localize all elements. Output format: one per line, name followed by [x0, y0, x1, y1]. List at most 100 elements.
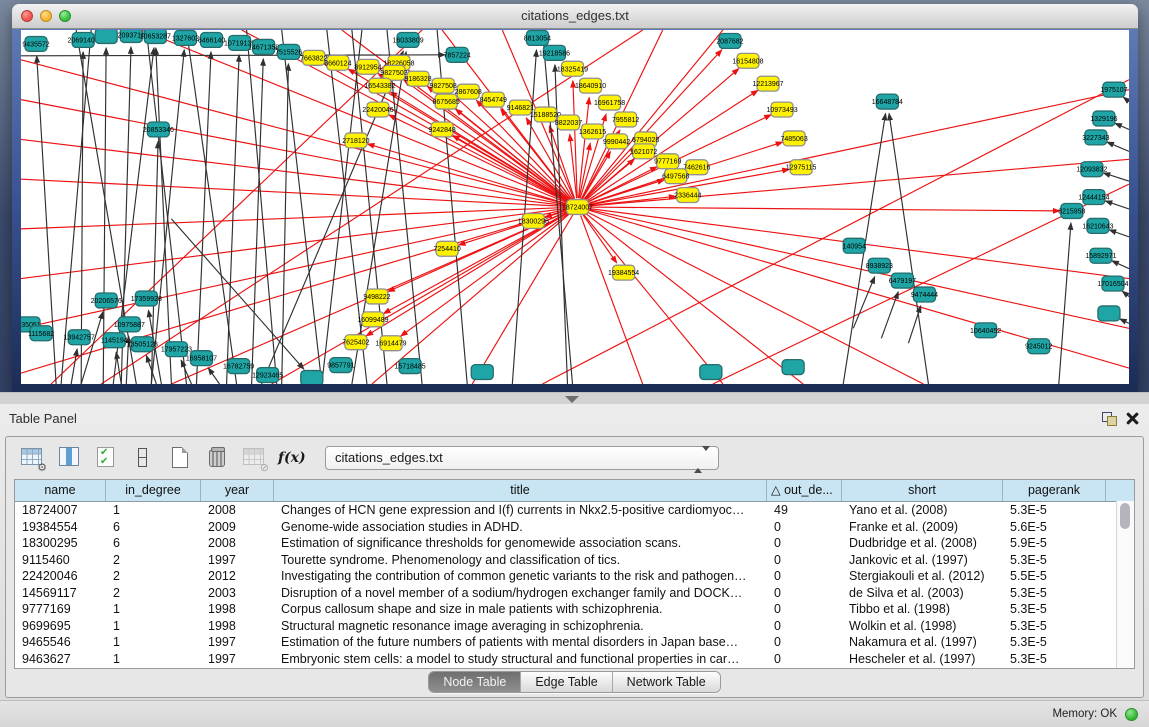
network-node[interactable]: 2087682	[716, 33, 743, 48]
network-node[interactable]: 1621072	[630, 144, 657, 159]
network-node[interactable]: 22420046	[362, 102, 393, 117]
network-node[interactable]: 20853346	[143, 122, 174, 137]
column-header-title[interactable]: title	[274, 480, 767, 501]
network-node[interactable]: 3227343	[1082, 130, 1109, 145]
network-node[interactable]: 7625402	[342, 335, 369, 350]
network-node[interactable]: 12213967	[752, 76, 783, 91]
table-row[interactable]: 946554611997Estimation of the future num…	[15, 634, 1134, 651]
column-header-pagerank[interactable]: pagerank	[1003, 480, 1106, 501]
network-node[interactable]: 7254410	[434, 241, 461, 256]
network-node[interactable]	[700, 365, 722, 380]
network-window-titlebar[interactable]: citations_edges.txt	[12, 4, 1138, 29]
network-node[interactable]: 13942757	[64, 330, 95, 345]
divider-collapse-handle[interactable]	[565, 396, 579, 403]
network-node[interactable]: 1145194	[101, 333, 128, 348]
network-node[interactable]: 10973493	[766, 102, 797, 117]
table-scrollbar[interactable]	[1116, 501, 1134, 668]
column-header-out_degree[interactable]: △ out_de...	[767, 480, 842, 501]
network-node[interactable]: 16210643	[1082, 218, 1113, 233]
column-header-in_degree[interactable]: in_degree	[106, 480, 201, 501]
network-node[interactable]: 8813054	[524, 30, 551, 45]
network-node[interactable]: 18325419	[557, 61, 588, 76]
network-node[interactable]: 9857791	[327, 358, 354, 373]
network-node[interactable]: 9242848	[429, 122, 456, 137]
network-node[interactable]: 2867608	[455, 84, 482, 99]
network-node[interactable]: 9827508	[430, 78, 457, 93]
network-node[interactable]: 1327602	[172, 30, 199, 45]
network-node[interactable]: 18724007	[562, 200, 593, 215]
table-row[interactable]: 1830029562008Estimation of significance …	[15, 535, 1134, 552]
network-node[interactable]: 2718120	[342, 133, 369, 148]
network-canvas[interactable]: 9435572206914062093714106532871327602646…	[21, 30, 1129, 384]
network-node[interactable]: 8215958	[1058, 204, 1085, 219]
table-row[interactable]: 946362711997Embryonic stem cells: a mode…	[15, 651, 1134, 668]
table-row[interactable]: 969969511998Structural magnetic resonanc…	[15, 618, 1134, 635]
network-node[interactable]: 1329196	[1090, 111, 1117, 126]
network-node[interactable]: 1362615	[579, 124, 606, 139]
network-node[interactable]: 16033809	[392, 32, 423, 47]
network-node[interactable]: 1975107	[1100, 82, 1127, 97]
column-header-short[interactable]: short	[842, 480, 1003, 501]
network-node[interactable]: 12093832	[1076, 162, 1107, 177]
network-node[interactable]	[782, 360, 804, 375]
network-node[interactable]: 15718485	[394, 359, 425, 374]
network-node[interactable]: 16154808	[732, 53, 763, 68]
network-node[interactable]: 16543382	[364, 78, 395, 93]
network-node[interactable]	[95, 30, 117, 43]
table-row[interactable]: 1938455462009Genome-wide association stu…	[15, 519, 1134, 536]
network-node[interactable]: 13505123	[127, 337, 158, 352]
column-header-name[interactable]: name	[15, 480, 106, 501]
network-node[interactable]: 16782759	[223, 359, 254, 374]
network-node[interactable]: 18640910	[575, 78, 606, 93]
network-node[interactable]: 2336444	[674, 188, 701, 203]
network-node[interactable]: 17957223	[161, 342, 192, 357]
network-node[interactable]: 10653287	[140, 30, 171, 43]
tab-edge-table[interactable]: Edge Table	[521, 672, 612, 692]
table-row[interactable]: 1872400712008Changes of HCN gene express…	[15, 502, 1134, 519]
show-columns-button[interactable]	[56, 444, 82, 472]
panel-divider[interactable]	[0, 392, 1149, 404]
network-node[interactable]: 20691406	[68, 32, 99, 47]
network-node[interactable]: 8186328	[404, 71, 431, 86]
column-header-year[interactable]: year	[201, 480, 274, 501]
create-column-button[interactable]	[130, 444, 156, 472]
network-graph[interactable]: 9435572206914062093714106532871327602646…	[21, 30, 1129, 384]
network-node[interactable]: 8454749	[480, 92, 507, 107]
network-node[interactable]: 6479197	[889, 273, 916, 288]
network-node[interactable]: 16914479	[375, 336, 406, 351]
network-node[interactable]: 12923465	[252, 368, 283, 383]
network-node[interactable]: 19218586	[539, 45, 570, 60]
network-node[interactable]: 16961758	[594, 95, 625, 110]
close-panel-icon[interactable]	[1126, 412, 1139, 425]
network-node[interactable]: 8822037	[555, 115, 582, 130]
network-node[interactable]: 9245012	[1025, 339, 1052, 354]
network-node[interactable]: 16648784	[872, 94, 903, 109]
network-node[interactable]: 8912954	[354, 59, 381, 74]
network-node[interactable]: 8675685	[433, 94, 460, 109]
network-node[interactable]: 8660124	[324, 55, 351, 70]
tab-node-table[interactable]: Node Table	[429, 672, 521, 692]
network-node[interactable]	[1098, 306, 1120, 321]
network-node[interactable]: 16099489	[357, 312, 388, 327]
tab-network-table[interactable]: Network Table	[613, 672, 720, 692]
new-table-button[interactable]	[167, 444, 193, 472]
network-node[interactable]: 10975887	[114, 317, 145, 332]
network-node[interactable]: 12444154	[1078, 190, 1109, 205]
network-node[interactable]: 7485063	[780, 131, 807, 146]
network-node[interactable]: 9435572	[22, 36, 49, 51]
network-node[interactable]: 7955812	[612, 112, 639, 127]
network-node[interactable]: 17359928	[131, 291, 162, 306]
table-row[interactable]: 2242004622012Investigating the contribut…	[15, 568, 1134, 585]
network-node[interactable]: 19384554	[608, 265, 639, 280]
network-node[interactable]: 6466140	[198, 32, 225, 47]
table-selector-dropdown[interactable]: citations_edges.txt	[325, 446, 719, 470]
table-row[interactable]: 1456911722003Disruption of a novel membe…	[15, 585, 1134, 602]
table-mode-button[interactable]: ⚙	[19, 444, 45, 472]
network-node[interactable]: 15892971	[1085, 248, 1116, 263]
table-row[interactable]: 911546021997Tourette syndrome. Phenomeno…	[15, 552, 1134, 569]
network-node[interactable]: 9990442	[603, 134, 630, 149]
float-panel-icon[interactable]	[1102, 412, 1117, 426]
network-node[interactable]: 6497568	[662, 169, 689, 184]
network-node[interactable]: 17016504	[1097, 276, 1128, 291]
network-node[interactable]: 18300295	[518, 213, 549, 228]
